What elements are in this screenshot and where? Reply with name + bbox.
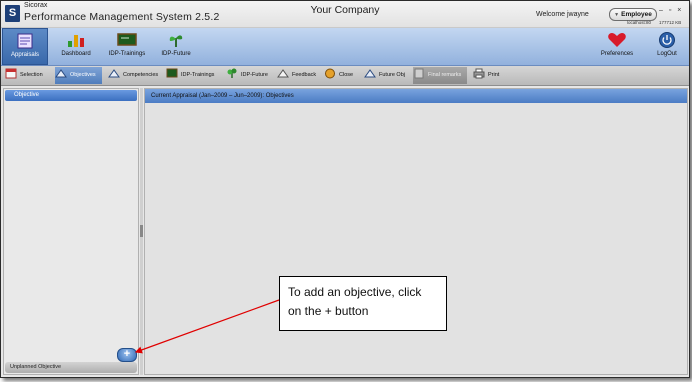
callout-arrow bbox=[134, 299, 280, 354]
